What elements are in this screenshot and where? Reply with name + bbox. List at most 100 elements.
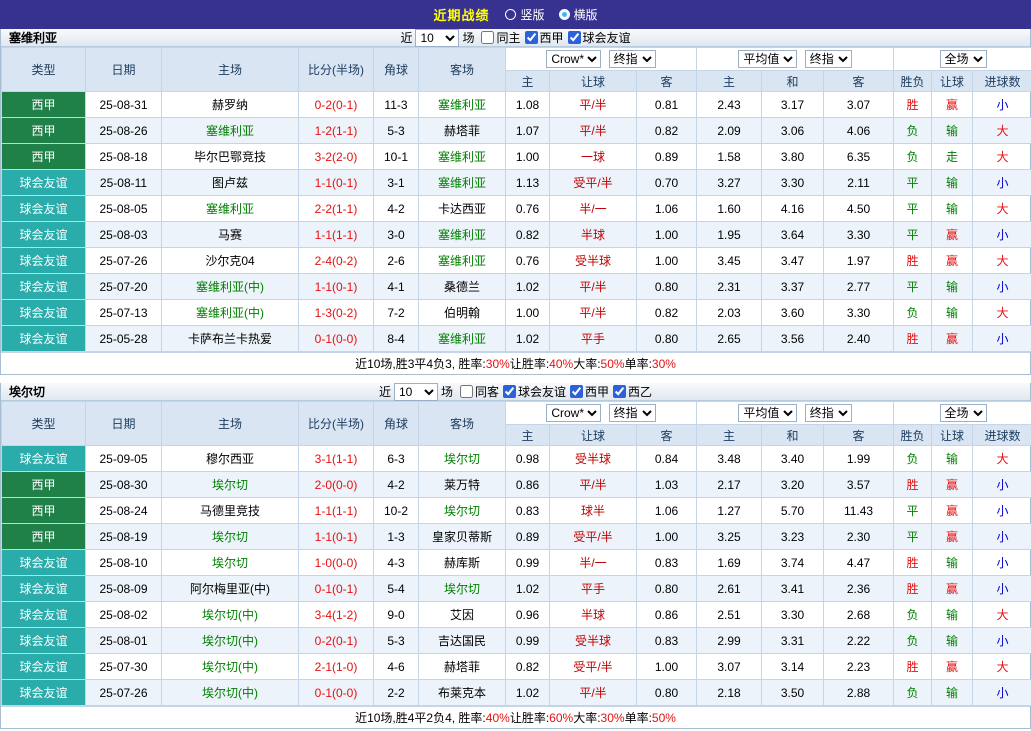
summary-text: 近10场,胜4平2负4, 胜率:	[355, 709, 486, 726]
checkbox-input[interactable]	[481, 31, 494, 44]
home-team-link[interactable]: 塞维利亚	[162, 118, 299, 144]
away-team-link[interactable]: 伯明翰	[419, 300, 506, 326]
checkbox-input[interactable]	[503, 385, 516, 398]
home-team-link[interactable]: 阿尔梅里亚(中)	[162, 576, 299, 602]
away-team-link[interactable]: 埃尔切	[419, 576, 506, 602]
home-team-link[interactable]: 马德里竞技	[162, 498, 299, 524]
avg-home: 2.18	[697, 680, 762, 706]
away-team-link[interactable]: 塞维利亚	[419, 170, 506, 196]
home-team-link[interactable]: 塞维利亚	[162, 196, 299, 222]
odds-stage-select[interactable]: 终指	[609, 50, 656, 68]
away-team-link[interactable]: 塞维利亚	[419, 222, 506, 248]
checkbox-input[interactable]	[525, 31, 538, 44]
checkbox-input[interactable]	[460, 385, 473, 398]
filter-checkbox[interactable]: 同客	[460, 383, 499, 400]
away-team-link[interactable]: 皇家贝蒂斯	[419, 524, 506, 550]
home-team-link[interactable]: 塞维利亚(中)	[162, 274, 299, 300]
score-cell: 0-1(0-0)	[299, 326, 374, 352]
checkbox-input[interactable]	[568, 31, 581, 44]
col-odds-handicap: 让球	[550, 71, 637, 92]
col-date: 日期	[86, 48, 162, 92]
home-team-link[interactable]: 赫罗纳	[162, 92, 299, 118]
average-select[interactable]: 平均值	[738, 50, 797, 68]
avg-away: 2.88	[824, 680, 894, 706]
avg-home: 1.95	[697, 222, 762, 248]
checkbox-input[interactable]	[613, 385, 626, 398]
home-team-link[interactable]: 沙尔克04	[162, 248, 299, 274]
result-winloss: 胜	[894, 576, 932, 602]
bookmaker-select[interactable]: Crow*	[546, 404, 601, 422]
filter-checkbox[interactable]: 西乙	[613, 383, 652, 400]
filter-checkbox[interactable]: 同主	[481, 29, 520, 46]
date-cell: 25-08-10	[86, 550, 162, 576]
result-handicap: 赢	[932, 472, 973, 498]
filter-checkbox[interactable]: 西甲	[570, 383, 609, 400]
result-winloss: 平	[894, 274, 932, 300]
summary-text: 让胜率:	[510, 709, 549, 726]
home-team-link[interactable]: 埃尔切	[162, 550, 299, 576]
away-team-link[interactable]: 赫塔菲	[419, 118, 506, 144]
filter-checkbox[interactable]: 球会友谊	[568, 29, 631, 46]
avg-away: 4.06	[824, 118, 894, 144]
home-team-link[interactable]: 卡萨布兰卡热爱	[162, 326, 299, 352]
bookmaker-select[interactable]: Crow*	[546, 50, 601, 68]
scope-select[interactable]: 全场	[940, 404, 987, 422]
odds-handicap: 平/半	[550, 92, 637, 118]
avg-home: 2.65	[697, 326, 762, 352]
away-team-link[interactable]: 塞维利亚	[419, 248, 506, 274]
result-handicap: 赢	[932, 654, 973, 680]
home-team-link[interactable]: 穆尔西亚	[162, 446, 299, 472]
match-row: 球会友谊25-05-28卡萨布兰卡热爱0-1(0-0)8-4塞维利亚1.02平手…	[2, 326, 1031, 352]
average-select[interactable]: 平均值	[738, 404, 797, 422]
away-team-link[interactable]: 塞维利亚	[419, 92, 506, 118]
result-winloss: 负	[894, 144, 932, 170]
avg-away: 4.50	[824, 196, 894, 222]
home-team-link[interactable]: 埃尔切	[162, 524, 299, 550]
layout-radio-vertical[interactable]: 竖版	[505, 6, 544, 23]
home-team-link[interactable]: 埃尔切(中)	[162, 628, 299, 654]
layout-radio-horizontal[interactable]: 横版	[559, 6, 598, 23]
home-team-link[interactable]: 埃尔切	[162, 472, 299, 498]
recent-count-select[interactable]: 10	[415, 29, 459, 47]
away-team-link[interactable]: 埃尔切	[419, 498, 506, 524]
away-team-link[interactable]: 赫库斯	[419, 550, 506, 576]
date-cell: 25-08-05	[86, 196, 162, 222]
avg-home: 1.60	[697, 196, 762, 222]
away-team-link[interactable]: 埃尔切	[419, 446, 506, 472]
average-stage-select[interactable]: 终指	[805, 50, 852, 68]
away-team-link[interactable]: 塞维利亚	[419, 326, 506, 352]
home-team-link[interactable]: 毕尔巴鄂竞技	[162, 144, 299, 170]
match-row: 西甲25-08-31赫罗纳0-2(0-1)11-3塞维利亚1.08平/半0.81…	[2, 92, 1031, 118]
filter-checkbox[interactable]: 西甲	[525, 29, 564, 46]
odds-handicap: 球半	[550, 498, 637, 524]
away-team-link[interactable]: 赫塔菲	[419, 654, 506, 680]
checkbox-input[interactable]	[570, 385, 583, 398]
home-team-link[interactable]: 埃尔切(中)	[162, 602, 299, 628]
away-team-link[interactable]: 卡达西亚	[419, 196, 506, 222]
away-team-link[interactable]: 塞维利亚	[419, 144, 506, 170]
average-stage-select[interactable]: 终指	[805, 404, 852, 422]
away-team-link[interactable]: 桑德兰	[419, 274, 506, 300]
home-team-link[interactable]: 图卢兹	[162, 170, 299, 196]
recent-count-select[interactable]: 10	[394, 383, 438, 401]
summary-text: 40%	[549, 357, 573, 371]
avg-home: 1.27	[697, 498, 762, 524]
away-team-link[interactable]: 吉达国民	[419, 628, 506, 654]
result-goals: 大	[973, 118, 1031, 144]
avg-away: 2.23	[824, 654, 894, 680]
avg-away: 2.36	[824, 576, 894, 602]
odds-stage-select[interactable]: 终指	[609, 404, 656, 422]
home-team-link[interactable]: 埃尔切(中)	[162, 654, 299, 680]
filter-checkbox[interactable]: 球会友谊	[503, 383, 566, 400]
away-team-link[interactable]: 艾因	[419, 602, 506, 628]
odds-handicap: 半/一	[550, 196, 637, 222]
result-winloss: 平	[894, 498, 932, 524]
home-team-link[interactable]: 塞维利亚(中)	[162, 300, 299, 326]
away-team-link[interactable]: 莱万特	[419, 472, 506, 498]
scope-select[interactable]: 全场	[940, 50, 987, 68]
odds-handicap: 半球	[550, 222, 637, 248]
league-cell: 球会友谊	[2, 550, 86, 576]
home-team-link[interactable]: 埃尔切(中)	[162, 680, 299, 706]
away-team-link[interactable]: 布莱克本	[419, 680, 506, 706]
home-team-link[interactable]: 马赛	[162, 222, 299, 248]
